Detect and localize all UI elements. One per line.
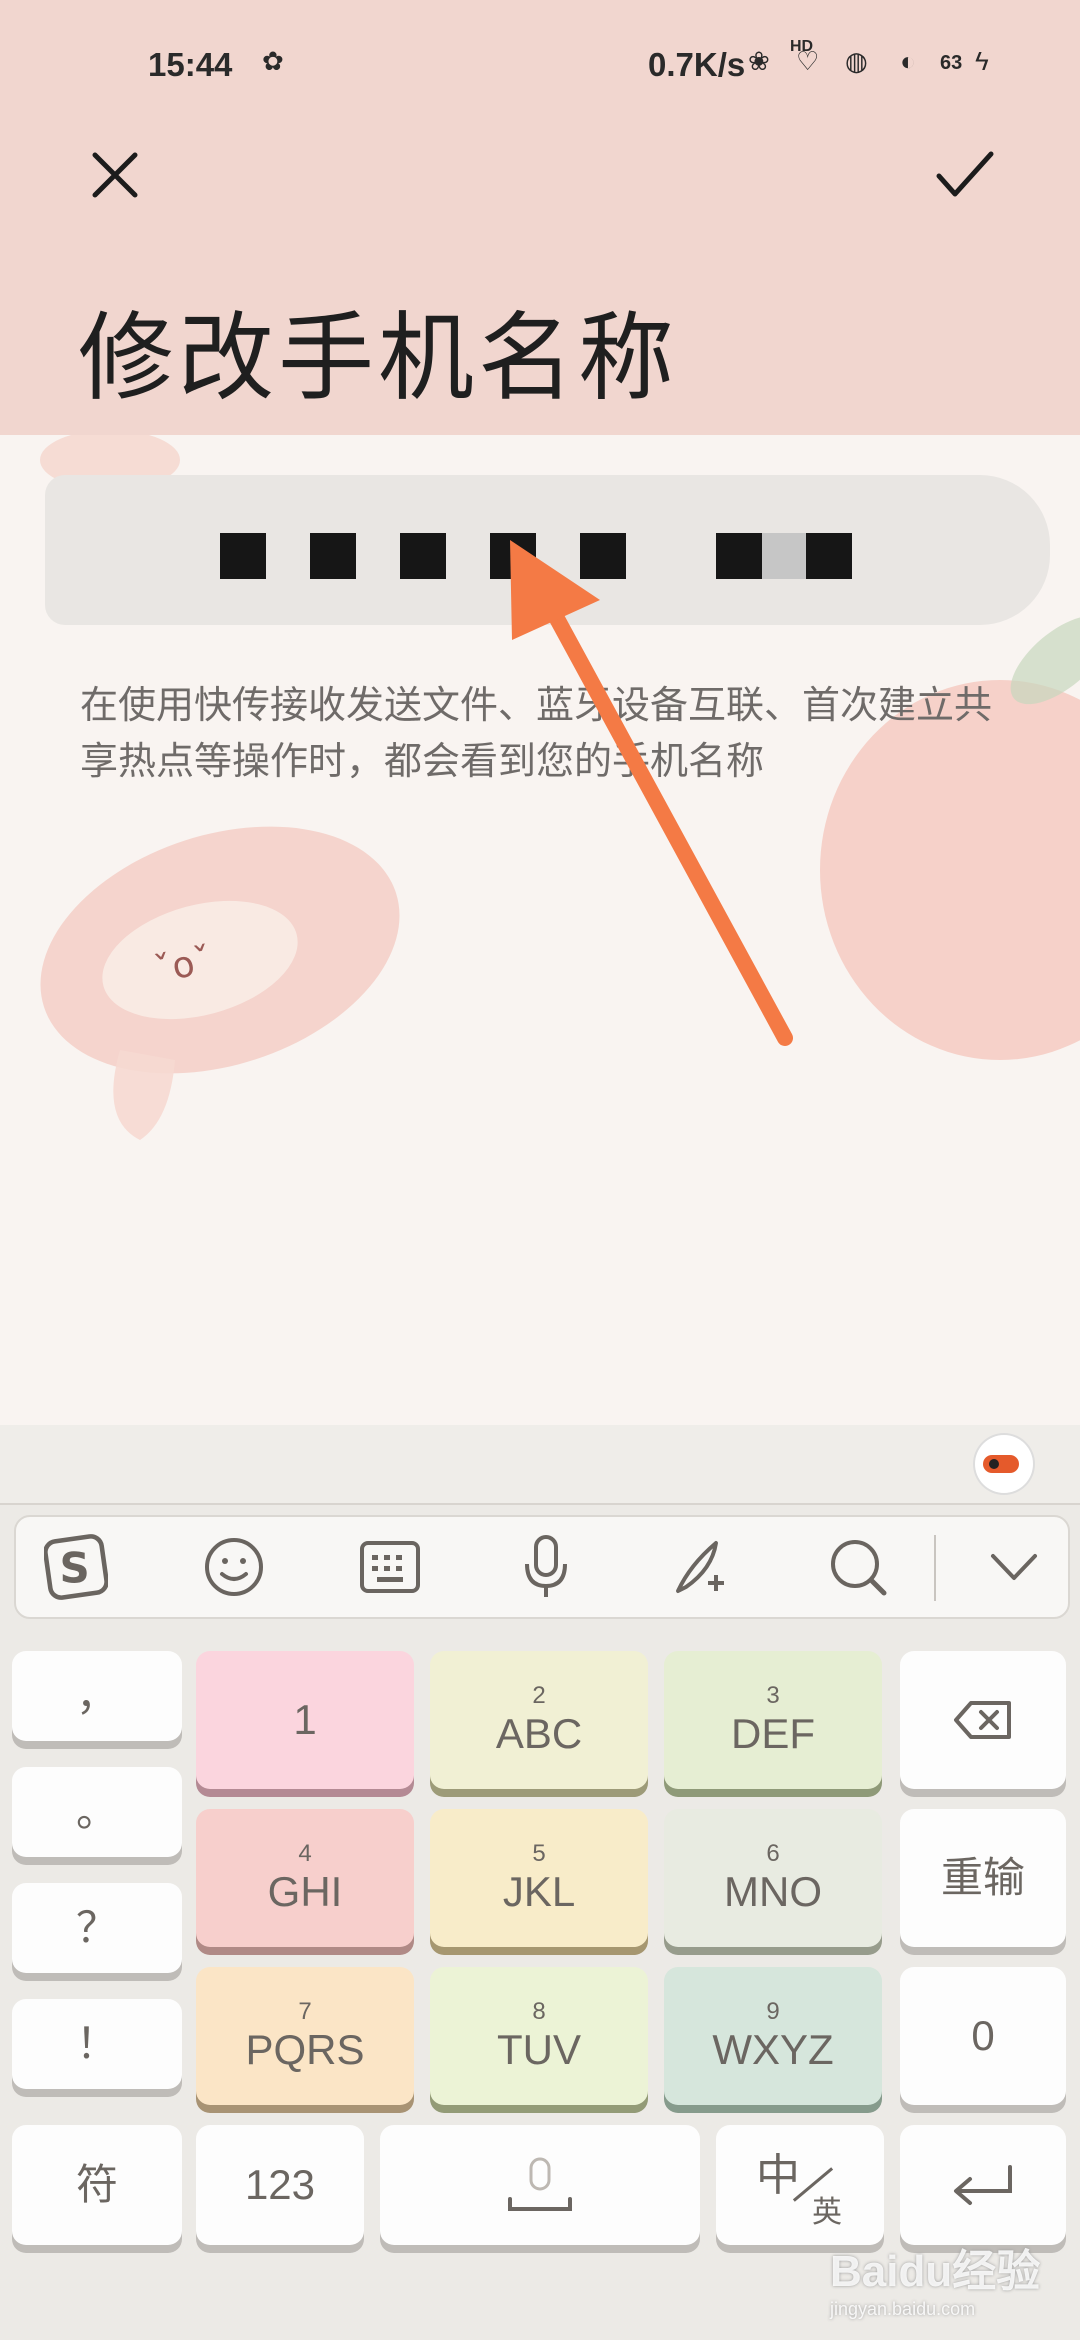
space-key[interactable] <box>380 2125 700 2245</box>
key-label: ABC <box>495 1710 583 1757</box>
key-label: ， <box>75 1672 118 1719</box>
key-3-def[interactable]: 3 DEF <box>664 1651 882 1789</box>
key-label: GHI <box>267 1868 343 1915</box>
key-label: 0 <box>971 2012 995 2059</box>
keyboard-icon[interactable] <box>358 1535 422 1599</box>
punct-key-comma[interactable]: ， <box>12 1651 182 1741</box>
key-6-mno[interactable]: 6 MNO <box>664 1809 882 1947</box>
symbols-key[interactable]: 符 <box>12 2125 182 2245</box>
language-switch-key[interactable]: 中 英 <box>716 2125 884 2245</box>
punct-key-exclaim[interactable]: ！ <box>12 1999 182 2089</box>
key-label: ！ <box>75 2020 118 2067</box>
lang-sub-label: 英 <box>812 2196 842 2229</box>
key-label: DEF <box>731 1710 815 1757</box>
search-icon[interactable] <box>826 1535 890 1599</box>
key-label: 重输 <box>940 1854 1025 1901</box>
backspace-key[interactable] <box>900 1651 1066 1789</box>
svg-text:S: S <box>60 1544 90 1593</box>
key-number: 4 <box>298 1840 312 1867</box>
toolbar-divider <box>934 1535 936 1601</box>
key-2-abc[interactable]: 2 ABC <box>430 1651 648 1789</box>
key-label: ？ <box>75 1904 118 1951</box>
annotation-arrow <box>510 540 793 1046</box>
lang-main-label: 中 <box>756 2151 800 2200</box>
enter-icon <box>954 2165 1012 2205</box>
baidu-watermark: Baidu经验 jingyan.baidu.com <box>830 2235 1040 2320</box>
key-1[interactable]: 1 <box>196 1651 414 1789</box>
key-number: 7 <box>298 1998 312 2025</box>
candidate-bar <box>0 1425 1080 1505</box>
key-label: 符 <box>75 2161 118 2208</box>
key-label: JKL <box>502 1868 576 1915</box>
emoji-icon[interactable] <box>202 1535 266 1599</box>
key-label: WXYZ <box>712 2026 834 2073</box>
key-5-jkl[interactable]: 5 JKL <box>430 1809 648 1947</box>
watermark-brand: Baidu经验 <box>830 2247 1041 2296</box>
key-number: 3 <box>766 1682 780 1709</box>
key-4-ghi[interactable]: 4 GHI <box>196 1809 414 1947</box>
enter-key[interactable] <box>900 2125 1066 2245</box>
punct-key-question[interactable]: ？ <box>12 1883 182 1973</box>
key-number: 8 <box>532 1998 546 2025</box>
collapse-chevron-icon[interactable] <box>982 1535 1046 1599</box>
punct-key-period[interactable]: 。 <box>12 1767 182 1857</box>
key-label: 。 <box>75 1788 118 1835</box>
sogou-logo-icon[interactable]: S <box>44 1534 108 1600</box>
handwriting-icon[interactable] <box>670 1535 734 1599</box>
key-8-tuv[interactable]: 8 TUV <box>430 1967 648 2105</box>
key-number: 6 <box>766 1840 780 1867</box>
numbers-key[interactable]: 123 <box>196 2125 364 2245</box>
key-7-pqrs[interactable]: 7 PQRS <box>196 1967 414 2105</box>
key-9-wxyz[interactable]: 9 WXYZ <box>664 1967 882 2105</box>
ime-keyboard: S ， 。 ？ ！ 1 2 ABC 3 DEF 4 GHI 5 JKL 6 MNO 重输 <box>0 1425 1080 2340</box>
key-number: 5 <box>532 1840 546 1867</box>
key-label: 1 <box>293 1696 317 1743</box>
keyboard-toolbar: S <box>14 1515 1070 1619</box>
key-number: 2 <box>532 1682 546 1709</box>
key-number: 9 <box>766 1998 780 2025</box>
microphone-icon[interactable] <box>514 1535 578 1599</box>
space-mic-icon <box>508 2157 572 2211</box>
key-label: 123 <box>244 2161 316 2208</box>
retype-key[interactable]: 重输 <box>900 1809 1066 1947</box>
key-label: MNO <box>724 1868 822 1915</box>
key-label: TUV <box>497 2026 581 2073</box>
watermark-url: jingyan.baidu.com <box>830 2299 976 2319</box>
key-0[interactable]: 0 <box>900 1967 1066 2105</box>
backspace-icon <box>954 1701 1011 1739</box>
assistant-mascot-icon[interactable] <box>975 1435 1033 1493</box>
key-label: PQRS <box>245 2026 365 2073</box>
